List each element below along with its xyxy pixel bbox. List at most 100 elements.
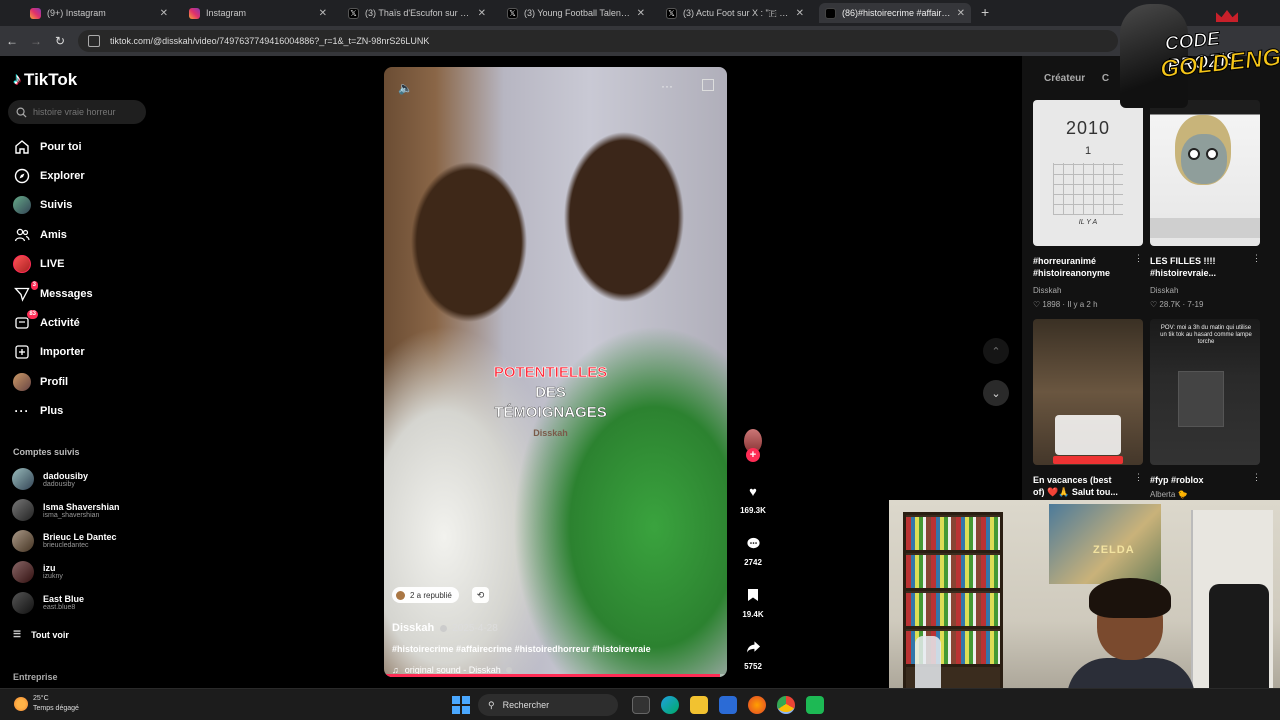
video-player[interactable]: 🔈 ··· POTENTIELLES DES TÉMOIGNAGES Dissk… bbox=[384, 67, 727, 677]
video-progress-bar[interactable] bbox=[384, 674, 727, 677]
video-author[interactable]: Disskah bbox=[1033, 286, 1061, 295]
comment-button[interactable]: 2742 bbox=[736, 530, 770, 567]
search-box[interactable] bbox=[8, 100, 146, 124]
video-thumbnail[interactable]: 2010 1 IL Y A bbox=[1033, 100, 1143, 246]
nav-item-live[interactable]: LIVE bbox=[0, 250, 160, 279]
repost-indicator[interactable]: 2 a republié bbox=[392, 587, 459, 603]
followed-account[interactable]: izu izukny bbox=[0, 556, 160, 587]
fullscreen-icon[interactable] bbox=[702, 79, 714, 91]
url-text: tiktok.com/@disskah/video/74976377494160… bbox=[110, 36, 430, 46]
more-options-icon[interactable]: ⋮ bbox=[1134, 253, 1143, 264]
store-icon[interactable] bbox=[719, 696, 737, 714]
list-icon: ☰ bbox=[13, 629, 22, 639]
reload-icon[interactable]: ↻ bbox=[48, 34, 72, 48]
browser-tab-active[interactable]: (86)#histoirecrime #affairecrim ✕ bbox=[819, 3, 971, 23]
taskbar-search[interactable]: ⚲ Rechercher bbox=[478, 694, 618, 716]
text-overlay-graphic bbox=[1053, 456, 1123, 464]
nav-item-messages[interactable]: 3 Messages bbox=[0, 279, 160, 308]
forward-icon[interactable]: → bbox=[24, 34, 48, 48]
close-tab-icon[interactable]: ✕ bbox=[160, 8, 168, 19]
follow-plus-icon[interactable]: + bbox=[746, 448, 760, 462]
save-button[interactable]: 19.4K bbox=[736, 582, 770, 619]
close-tab-icon[interactable]: ✕ bbox=[319, 8, 327, 19]
nav-label: Pour toi bbox=[40, 140, 82, 153]
video-title[interactable]: LES FILLES !!!! #histoirevraie... bbox=[1150, 255, 1216, 279]
close-tab-icon[interactable]: ✕ bbox=[478, 8, 486, 19]
tiktok-logo[interactable]: ♪ TikTok bbox=[13, 70, 77, 90]
browser-tab[interactable]: 𝕏 (3) Actu Foot sur X : "🇫 L'A ✕ bbox=[660, 3, 810, 23]
more-options-icon[interactable]: ⋮ bbox=[1134, 472, 1143, 483]
nav-label: Activité bbox=[40, 317, 80, 330]
weather-widget[interactable]: 25°C Temps dégagé bbox=[14, 694, 79, 714]
site-info-icon[interactable] bbox=[88, 35, 100, 47]
edge-icon[interactable] bbox=[661, 696, 679, 714]
nav-label: Amis bbox=[40, 228, 67, 241]
back-icon[interactable]: ← bbox=[0, 34, 24, 48]
temperature: 25°C bbox=[33, 695, 49, 702]
profile-avatar bbox=[13, 372, 31, 391]
see-all-button[interactable]: ☰ Tout voir bbox=[13, 629, 69, 640]
app-icon[interactable] bbox=[806, 696, 824, 714]
task-view-icon[interactable] bbox=[632, 696, 650, 714]
nav-item-importer[interactable]: Importer bbox=[0, 338, 160, 367]
video-thumbnail[interactable] bbox=[1150, 100, 1260, 246]
followed-account[interactable]: dadousiby dadousiby bbox=[0, 464, 160, 495]
followed-account[interactable]: Isma Shavershian isma_shavershian bbox=[0, 495, 160, 526]
title-line: En vacances (best bbox=[1033, 475, 1112, 485]
nav-item-activite[interactable]: 83 Activité bbox=[0, 308, 160, 337]
more-options-icon[interactable]: ··· bbox=[661, 79, 673, 93]
tab-createur[interactable]: Créateur bbox=[1044, 73, 1085, 84]
close-tab-icon[interactable]: ✕ bbox=[957, 8, 965, 19]
video-author[interactable]: Disskah bbox=[1150, 286, 1178, 295]
chrome-icon[interactable] bbox=[777, 696, 795, 714]
video-title[interactable]: #fyp #roblox bbox=[1150, 474, 1204, 486]
browser-tab[interactable]: 𝕏 (3) Thaïs d'Escufon sur X : "Alors ✕ bbox=[342, 3, 492, 23]
next-video-button[interactable]: ⌄ bbox=[983, 380, 1009, 406]
video-title[interactable]: En vacances (best of) ❤️🙏 Salut tou... bbox=[1033, 474, 1118, 498]
file-explorer-icon[interactable] bbox=[690, 696, 708, 714]
nav-item-explorer[interactable]: Explorer bbox=[0, 161, 160, 190]
repost-icon[interactable]: ⟲ bbox=[472, 587, 489, 603]
tab-next[interactable]: C bbox=[1102, 73, 1109, 84]
nav-item-amis[interactable]: Amis bbox=[0, 220, 160, 249]
character-eye bbox=[1188, 148, 1200, 160]
new-tab-icon[interactable]: + bbox=[981, 4, 989, 20]
more-options-icon[interactable]: ⋮ bbox=[1252, 253, 1261, 264]
nav-label: Importer bbox=[40, 346, 85, 359]
search-input[interactable] bbox=[33, 107, 143, 117]
tab-title: (3) Actu Foot sur X : "🇫 L'A bbox=[683, 7, 790, 18]
volume-icon[interactable]: 🔈 bbox=[398, 81, 413, 95]
activity-badge: 83 bbox=[27, 310, 38, 320]
windows-start-icon[interactable] bbox=[452, 696, 470, 714]
like-button[interactable]: ♥ 169.3K bbox=[736, 478, 770, 516]
video-hashtags[interactable]: #histoirecrime #affairecrime #histoiredh… bbox=[392, 644, 651, 654]
video-thumbnail[interactable] bbox=[1033, 319, 1143, 465]
followed-account[interactable]: Brieuc Le Dantec brieucledantec bbox=[0, 526, 160, 557]
video-title[interactable]: #horreuranimé #histoireanonyme bbox=[1033, 255, 1110, 279]
browser-tab[interactable]: (9+) Instagram ✕ bbox=[24, 3, 174, 23]
video-progress-fill bbox=[384, 674, 721, 677]
taskbar: 25°C Temps dégagé ⚲ Rechercher bbox=[0, 688, 1280, 720]
nav-item-pour-toi[interactable]: Pour toi bbox=[0, 132, 160, 161]
browser-tab[interactable]: Instagram ✕ bbox=[183, 3, 333, 23]
video-thumbnail[interactable]: POV: moi a 3h du matin qui utilise un ti… bbox=[1150, 319, 1260, 465]
nav-item-plus[interactable]: ··· Plus bbox=[0, 397, 160, 426]
address-bar[interactable]: tiktok.com/@disskah/video/74976377494160… bbox=[78, 30, 1118, 52]
share-button[interactable]: 5752 bbox=[736, 634, 770, 671]
video-author[interactable]: Disskah 2025-4-28 bbox=[392, 622, 498, 634]
firefox-icon[interactable] bbox=[748, 696, 766, 714]
nav-item-suivis[interactable]: Suivis bbox=[0, 191, 160, 220]
close-tab-icon[interactable]: ✕ bbox=[637, 8, 645, 19]
close-tab-icon[interactable]: ✕ bbox=[796, 8, 804, 19]
browser-tab[interactable]: 𝕏 (3) Young Football Talent sur X ✕ bbox=[501, 3, 651, 23]
enterprise-link[interactable]: Entreprise bbox=[13, 672, 58, 682]
home-icon bbox=[13, 138, 31, 156]
previous-video-button[interactable]: ⌃ bbox=[983, 338, 1009, 364]
video-author[interactable]: Alberta 🐤 bbox=[1150, 490, 1188, 499]
more-options-icon[interactable]: ⋮ bbox=[1252, 472, 1261, 483]
title-line: #fyp #roblox bbox=[1150, 475, 1204, 485]
account-username: east.blue8 bbox=[43, 604, 76, 612]
stats-text: 28.7K · 7-19 bbox=[1159, 300, 1204, 309]
followed-account[interactable]: East Blue east.blue8 bbox=[0, 587, 160, 618]
nav-item-profil[interactable]: Profil bbox=[0, 367, 160, 396]
